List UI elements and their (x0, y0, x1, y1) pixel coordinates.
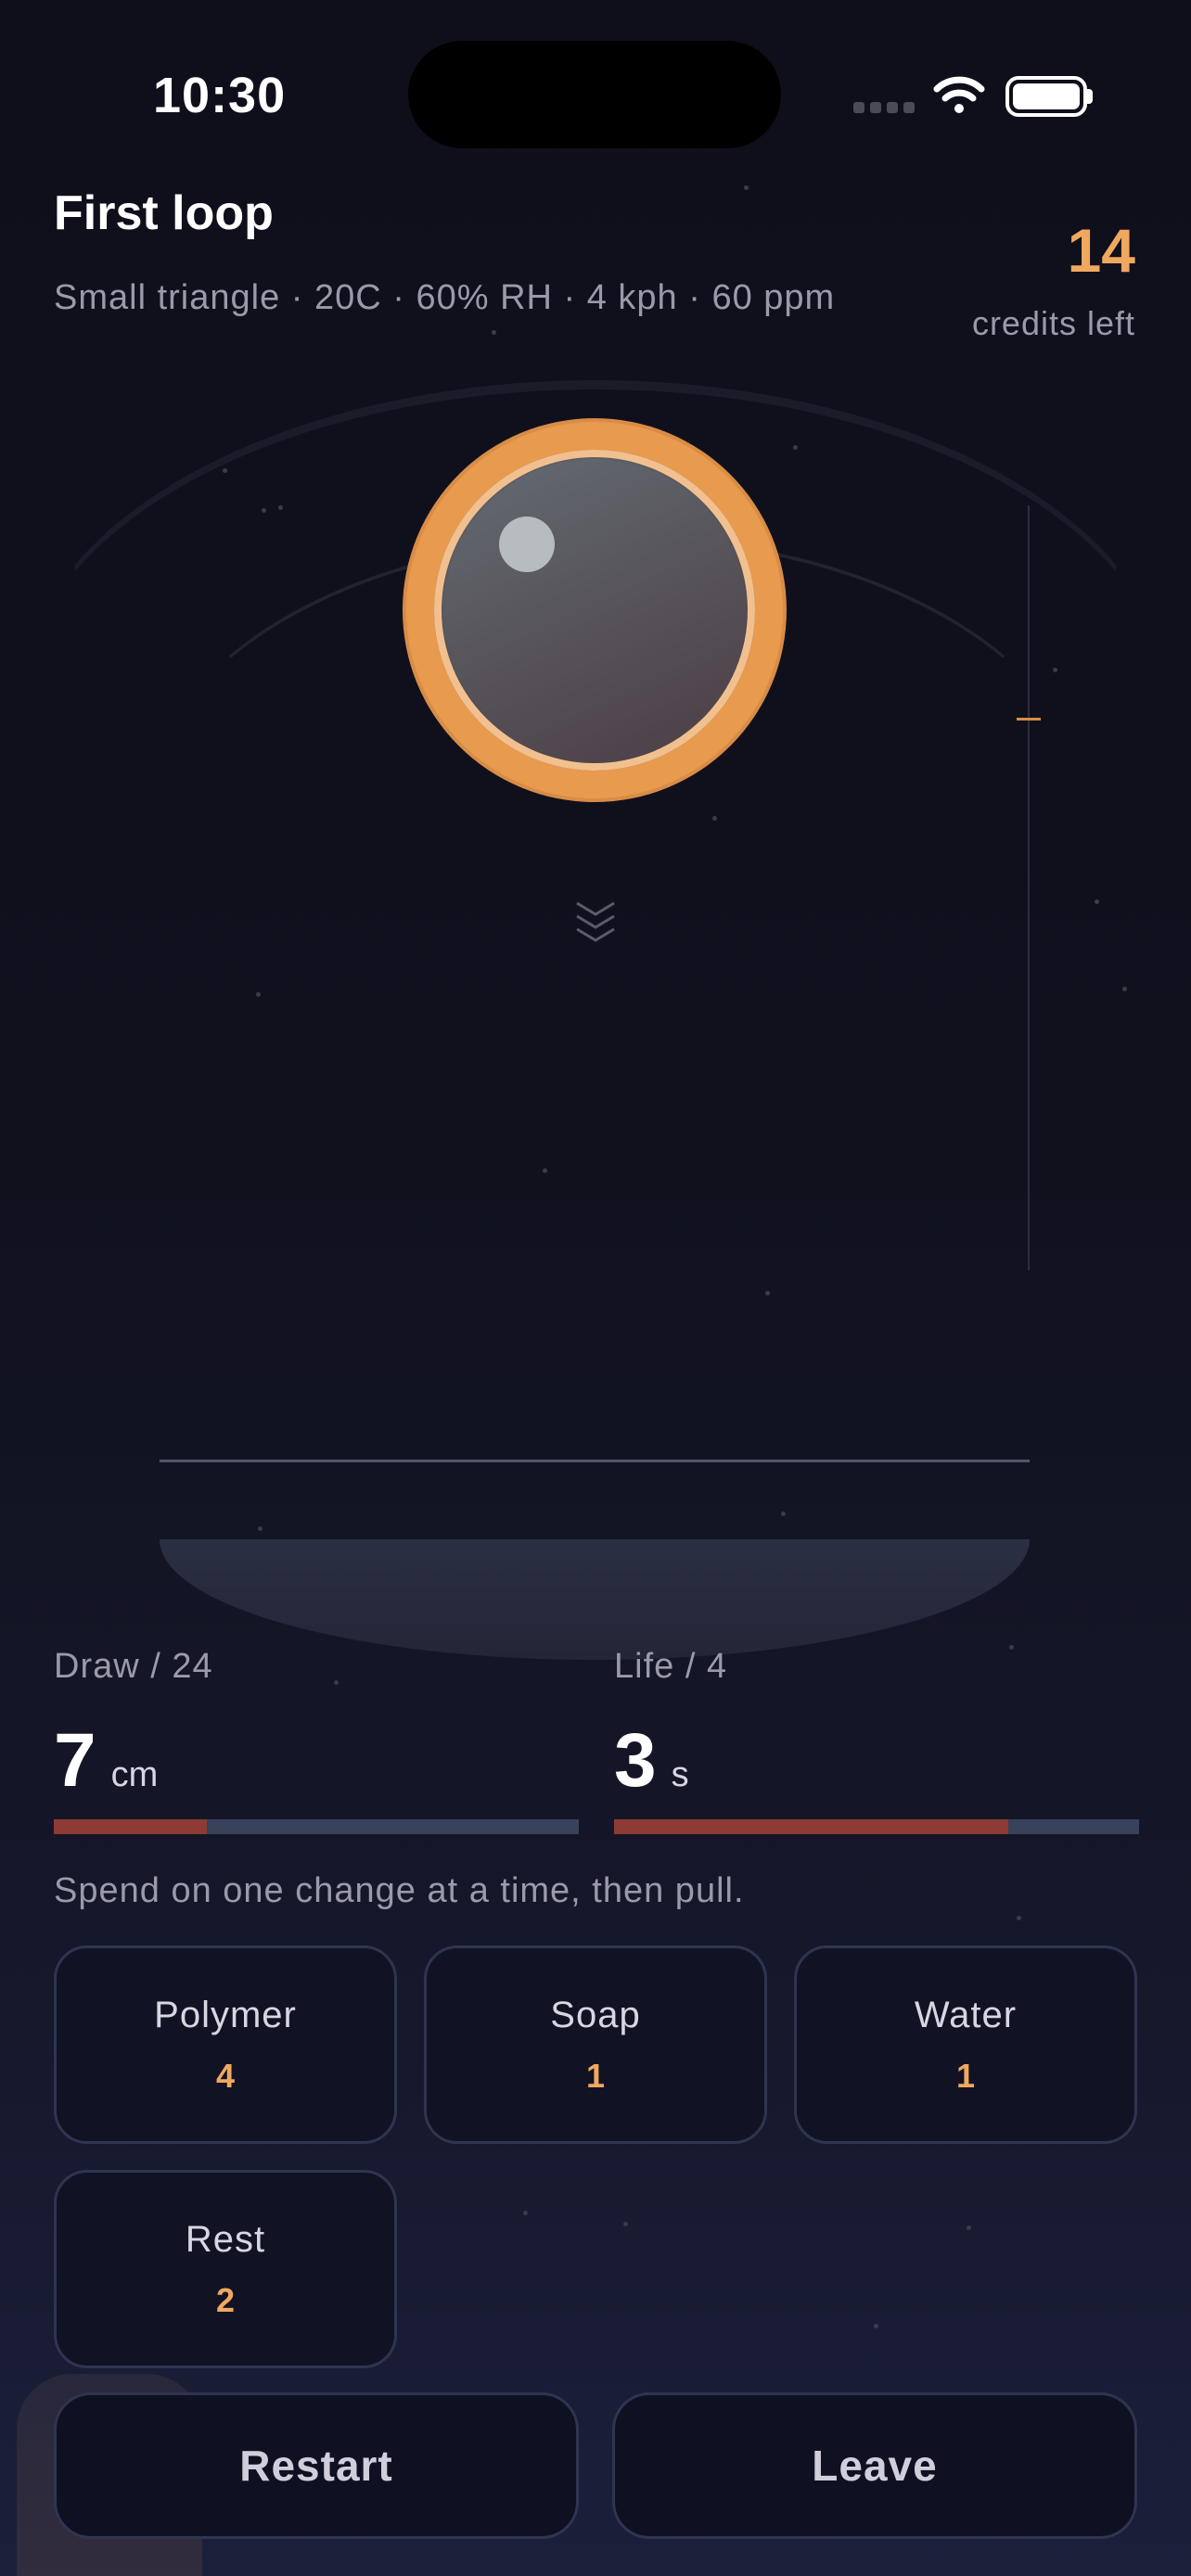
draw-progress-fill (54, 1819, 208, 1834)
life-unit: s (671, 1755, 689, 1794)
solution-bowl (160, 1539, 1030, 1660)
draw-progress-bar (54, 1819, 579, 1834)
draw-readout: 7 cm (54, 1717, 158, 1804)
life-progress-fill (614, 1819, 1008, 1834)
wand-line (160, 1460, 1030, 1462)
life-readout: 3 s (614, 1717, 689, 1804)
draw-value: 7 (54, 1718, 96, 1803)
choice-cost: 1 (955, 2056, 976, 2095)
draw-unit: cm (110, 1755, 159, 1794)
hint-text: Spend on one change at a time, then pull… (54, 1871, 745, 1910)
water-button[interactable]: Water 1 (794, 1945, 1137, 2144)
battery-cap (1087, 89, 1093, 104)
rest-button[interactable]: Rest 2 (54, 2170, 397, 2368)
choice-name: Soap (550, 1994, 641, 2035)
choice-cost: 1 (585, 2056, 606, 2095)
cellular-signal-icon (853, 102, 915, 115)
choice-cost: 4 (215, 2056, 236, 2095)
life-progress-bar (614, 1819, 1139, 1834)
polymer-button[interactable]: Polymer 4 (54, 1945, 397, 2144)
soap-button[interactable]: Soap 1 (424, 1945, 767, 2144)
battery-icon (1005, 76, 1087, 117)
draw-label: Draw / 24 (54, 1647, 213, 1686)
height-track (1028, 505, 1030, 1270)
choice-name: Polymer (154, 1994, 297, 2035)
bubble-highlight (499, 516, 555, 572)
life-value: 3 (614, 1718, 657, 1803)
wifi-icon (933, 76, 985, 113)
dynamic-island (408, 41, 781, 148)
credits-count: 14 (1067, 216, 1135, 285)
page-title: First loop (54, 186, 274, 240)
life-label: Life / 4 (614, 1647, 728, 1686)
bubble[interactable] (406, 422, 783, 798)
chevrons-down-icon (576, 901, 615, 942)
choice-name: Rest (185, 2218, 266, 2260)
height-marker (1017, 718, 1041, 721)
conditions-subtitle: Small triangle · 20C · 60% RH · 4 kph · … (54, 278, 836, 317)
credits-label: credits left (971, 304, 1135, 342)
restart-button[interactable]: Restart (54, 2392, 579, 2539)
choice-name: Water (914, 1994, 1018, 2035)
choice-cost: 2 (215, 2280, 236, 2319)
bubble-film (434, 450, 755, 771)
leave-button[interactable]: Leave (612, 2392, 1137, 2539)
status-time: 10:30 (153, 68, 287, 123)
